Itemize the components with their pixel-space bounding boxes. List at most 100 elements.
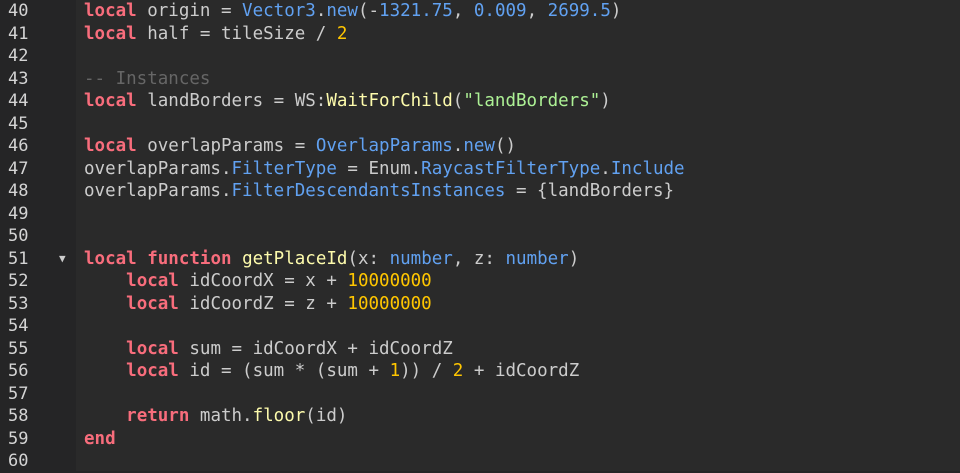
code-token: (x: — [347, 248, 390, 269]
code-token: )) / — [400, 361, 453, 381]
code-token: "landBorders" — [463, 91, 601, 111]
line-number: 50 — [8, 226, 29, 246]
code-token: RaycastFilterType — [421, 158, 601, 179]
code-token: landBorders = WS: — [136, 91, 327, 111]
line-number: 45 — [8, 113, 29, 134]
line-number: 52 — [8, 271, 29, 291]
code-token: local — [84, 136, 137, 156]
code-line[interactable]: 42 — [0, 45, 960, 68]
code-line[interactable]: 57 — [0, 383, 960, 406]
line-number: 43 — [8, 68, 29, 89]
code-token: ( — [452, 91, 464, 111]
line-number: 41 — [8, 23, 29, 44]
code-token: idCoordX = x + — [178, 271, 348, 291]
code-line[interactable]: 50 — [0, 225, 960, 248]
code-token: . — [452, 136, 464, 156]
fold-toggle-icon[interactable]: ▼ — [59, 248, 66, 271]
line-number: 40 — [8, 1, 29, 21]
code-token: FilterDescendantsInstances — [231, 181, 506, 201]
code-line[interactable]: 43 -- Instances — [0, 68, 960, 91]
code-token: getPlaceId — [242, 248, 348, 269]
code-token: Vector3 — [242, 1, 316, 21]
code-text: local landBorders = WS:WaitForChild("lan… — [84, 90, 611, 113]
code-text: local sum = idCoordX + idCoordZ — [84, 338, 453, 361]
code-text: return math.floor(id) — [84, 405, 347, 428]
code-token: () — [494, 136, 517, 156]
code-token: math. — [189, 406, 253, 426]
code-line[interactable]: 51 ▼ local function getPlaceId(x: number, … — [0, 248, 960, 271]
line-number: 44 — [8, 91, 29, 111]
code-line[interactable]: 58 return math.floor(id) — [0, 405, 960, 428]
code-token: OverlapParams — [315, 136, 453, 156]
code-line[interactable]: 48 overlapParams.FilterDescendantsInstanc… — [0, 180, 960, 203]
code-token: FilterType — [231, 158, 337, 179]
code-text: local idCoordZ = z + 10000000 — [84, 293, 432, 316]
code-token: 1321.75 — [379, 1, 453, 21]
code-text: local overlapParams = OverlapParams.new(… — [84, 135, 516, 158]
code-text: local half = tileSize / 2 — [84, 23, 347, 46]
line-number: 60 — [8, 451, 29, 471]
code-text: local idCoordX = x + 10000000 — [84, 270, 432, 293]
code-token: idCoordZ = z + — [178, 293, 348, 314]
code-line[interactable]: 46 local overlapParams = OverlapParams.ne… — [0, 135, 960, 158]
code-line[interactable]: 52 local idCoordX = x + 10000000 — [0, 270, 960, 293]
code-line[interactable]: 56 local id = (sum * (sum + 1)) / 2 + id… — [0, 360, 960, 383]
code-line[interactable]: 59 end — [0, 428, 960, 451]
line-number: 46 — [8, 136, 29, 156]
line-number: 57 — [8, 383, 29, 404]
code-line[interactable]: 44 local landBorders = WS:WaitForChild("l… — [0, 90, 960, 113]
code-token: ) — [610, 1, 622, 21]
code-token: 1 — [389, 361, 401, 381]
code-token: , — [526, 1, 548, 21]
line-number: 53 — [8, 293, 29, 314]
code-token: WaitForChild — [326, 91, 453, 111]
line-number: 58 — [8, 406, 29, 426]
code-token: half = tileSize / — [136, 23, 337, 44]
code-text: overlapParams.FilterDescendantsInstances… — [84, 180, 674, 203]
code-text: local function getPlaceId(x: number, z: … — [84, 248, 579, 271]
code-token: local — [126, 293, 179, 314]
code-text: end — [84, 428, 116, 451]
code-text: local origin = Vector3.new(-1321.75, 0.0… — [84, 0, 621, 23]
code-token: local — [126, 361, 179, 381]
code-token: origin = — [136, 1, 243, 21]
line-number: 59 — [8, 428, 29, 449]
code-line[interactable]: 55 local sum = idCoordX + idCoordZ — [0, 338, 960, 361]
code-token: return — [126, 406, 190, 426]
code-token: (id) — [305, 406, 348, 426]
code-line[interactable]: 47 overlapParams.FilterType = Enum.Raycas… — [0, 158, 960, 181]
code-line[interactable]: 45 — [0, 113, 960, 136]
code-line[interactable]: 54 — [0, 315, 960, 338]
code-token: overlapParams = — [136, 136, 316, 156]
code-token: . — [315, 1, 327, 21]
line-number: 48 — [8, 181, 29, 201]
code-token: sum = idCoordX + idCoordZ — [178, 338, 453, 359]
code-token: Include — [610, 158, 685, 179]
line-number: 56 — [8, 361, 29, 381]
code-editor[interactable]: 40 local origin = Vector3.new(-1321.75, 0… — [0, 0, 960, 471]
code-line[interactable]: 60 — [0, 450, 960, 473]
code-token: floor — [252, 406, 306, 426]
code-token: -- Instances — [84, 68, 211, 89]
code-text: overlapParams.FilterType = Enum.RaycastF… — [84, 158, 685, 181]
code-token: ) — [568, 248, 580, 269]
line-number: 55 — [8, 338, 29, 359]
code-token: local — [126, 271, 179, 291]
code-token: 10000000 — [347, 271, 432, 291]
code-line[interactable]: 40 local origin = Vector3.new(-1321.75, 0… — [0, 0, 960, 23]
code-line[interactable]: 49 — [0, 203, 960, 226]
code-line[interactable]: 53 local idCoordZ = z + 10000000 — [0, 293, 960, 316]
code-token: 2699.5 — [547, 1, 611, 21]
code-token: number — [505, 248, 569, 269]
code-token: , z: — [452, 248, 506, 269]
code-token: + idCoordZ — [463, 361, 580, 381]
code-line[interactable]: 41 local half = tileSize / 2 — [0, 23, 960, 46]
code-token: new — [463, 136, 495, 156]
